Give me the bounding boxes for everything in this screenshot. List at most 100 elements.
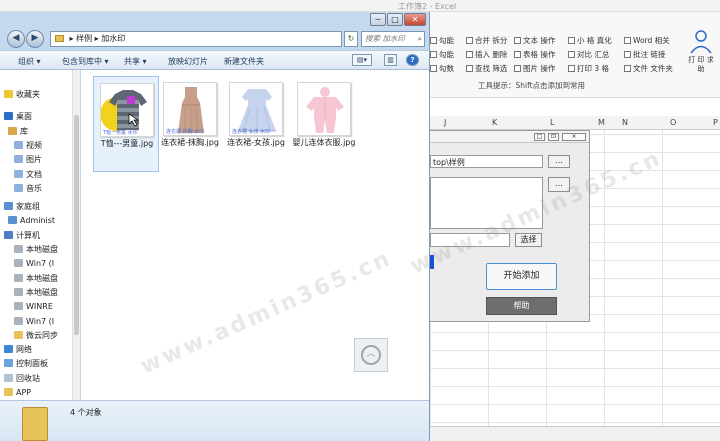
- column-header[interactable]: O: [670, 118, 676, 127]
- nav-item-label: 视频: [26, 140, 42, 150]
- start-add-button[interactable]: 开始添加: [486, 263, 557, 290]
- dialog-titlebar: □ ⊡ ×: [430, 131, 589, 143]
- share-menu[interactable]: 共享 ▾: [124, 56, 147, 67]
- column-header[interactable]: K: [492, 118, 497, 127]
- dialog-minimize-button[interactable]: □: [534, 133, 545, 141]
- ribbon-item[interactable]: Word 相关: [624, 35, 670, 46]
- forward-button[interactable]: ▶: [26, 30, 44, 48]
- excel-quick-access-toolbar: 工作簿2 - Excel: [0, 0, 720, 12]
- desktop-icon: [4, 112, 13, 121]
- nav-item[interactable]: Administ: [8, 215, 55, 227]
- new-folder-button[interactable]: 新建文件夹: [224, 56, 264, 67]
- ribbon-item[interactable]: 勾能: [430, 35, 454, 46]
- nav-item[interactable]: 图片: [14, 154, 42, 166]
- nav-item[interactable]: 视频: [14, 140, 42, 152]
- nav-item-label: 本地磁盘: [26, 245, 58, 254]
- column-header[interactable]: P: [713, 118, 718, 127]
- computer-icon: [4, 230, 13, 239]
- breadcrumb-item[interactable]: 样例: [76, 34, 92, 43]
- ribbon-item[interactable]: 插入 删除: [466, 49, 507, 60]
- text-icon: [514, 37, 521, 44]
- nav-item[interactable]: WINRE: [14, 301, 53, 313]
- help-button[interactable]: 帮助: [486, 297, 557, 315]
- ribbon-item[interactable]: 勾能: [430, 49, 454, 60]
- print-icon: [568, 65, 575, 72]
- preview-pane-icon[interactable]: ▥: [384, 54, 397, 66]
- search-input[interactable]: 搜索 加水印 ⌕: [361, 31, 425, 47]
- nav-item[interactable]: 桌面: [4, 111, 32, 123]
- dialog-maximize-button[interactable]: ⊡: [548, 133, 559, 141]
- nav-item[interactable]: Win7 (I: [14, 258, 54, 270]
- organize-menu[interactable]: 组织 ▾: [18, 56, 41, 67]
- minimize-button[interactable]: ─: [370, 13, 386, 26]
- nav-item[interactable]: Win7 (I: [14, 316, 54, 328]
- ribbon-item[interactable]: 批注 链接: [624, 49, 665, 60]
- path-input[interactable]: top\样例: [430, 155, 543, 168]
- close-button[interactable]: ✕: [404, 13, 426, 26]
- back-button[interactable]: ◀: [7, 30, 25, 48]
- ribbon-item[interactable]: 文件 文件夹: [624, 63, 673, 74]
- ribbon-item[interactable]: 图片 操作: [514, 63, 555, 74]
- column-header[interactable]: J: [444, 118, 446, 127]
- ribbon-item[interactable]: 打印 3 格: [568, 63, 609, 74]
- nav-item[interactable]: 收藏夹: [4, 89, 40, 101]
- ribbon-item[interactable]: 文本 操作: [514, 35, 555, 46]
- nav-item-label: Win7 (I: [26, 316, 55, 326]
- folder-icon: [4, 388, 13, 396]
- ribbon-item[interactable]: 查找 筛选: [466, 63, 507, 74]
- nav-item[interactable]: 计算机: [4, 230, 40, 242]
- nav-item[interactable]: APP: [4, 387, 31, 399]
- breadcrumb-item[interactable]: 加水印: [101, 34, 125, 43]
- file-tile[interactable]: T恤一男童 水印 T恤---男童.jpg: [93, 76, 159, 172]
- column-header[interactable]: N: [622, 118, 628, 127]
- search-icon: ⌕: [417, 34, 422, 43]
- ribbon-item[interactable]: 合并 拆分: [466, 35, 507, 46]
- file-thumbnail: 连衣裙 女孩 水印: [229, 82, 283, 136]
- nav-item[interactable]: 音乐: [14, 183, 42, 195]
- maximize-button[interactable]: □: [387, 13, 403, 26]
- scrollbar-thumb[interactable]: [74, 115, 79, 335]
- refresh-button[interactable]: ↻: [344, 31, 358, 47]
- nav-item-label: Administ: [20, 216, 56, 226]
- nav-item[interactable]: 回收站: [4, 373, 40, 385]
- navigation-scrollbar[interactable]: [72, 70, 80, 400]
- word-icon: [624, 37, 631, 44]
- nav-item[interactable]: 本地磁盘: [14, 287, 58, 299]
- ribbon-item[interactable]: 小 格 真化: [568, 35, 612, 46]
- person-icon: [690, 30, 712, 54]
- nav-item-label: Win7 (I: [26, 259, 55, 269]
- help-ribbon-button[interactable]: 打 印 求助: [686, 28, 716, 76]
- nav-item[interactable]: 家庭组: [4, 201, 40, 213]
- file-tile[interactable]: 连衣裙 抹胸 水印 连衣裙-抹胸.jpg: [157, 76, 223, 172]
- select-button[interactable]: 选择: [515, 233, 542, 247]
- file-tile[interactable]: 连衣裙 女孩 水印 连衣裙-女孩.jpg: [223, 76, 289, 172]
- column-header[interactable]: M: [598, 118, 605, 127]
- ribbon-item[interactable]: 勾数: [430, 63, 454, 74]
- dialog-close-button[interactable]: ×: [562, 133, 586, 141]
- file-thumbnail: [297, 82, 351, 136]
- nav-item-label: 控制面板: [16, 359, 48, 369]
- drive-icon: [14, 259, 23, 268]
- nav-item[interactable]: 文档: [14, 169, 42, 181]
- file-tile[interactable]: 婴儿连体衣服.jpg: [291, 76, 357, 172]
- column-header[interactable]: L: [550, 118, 554, 127]
- nav-item[interactable]: 网络: [4, 344, 32, 356]
- address-bar[interactable]: ▸ 样例 ▸ 加水印: [50, 31, 342, 47]
- help-icon[interactable]: ?: [406, 54, 419, 66]
- nav-item[interactable]: 微云同步: [14, 330, 58, 342]
- merge-icon: [466, 37, 473, 44]
- ribbon-item[interactable]: 表格 操作: [514, 49, 555, 60]
- include-in-library-menu[interactable]: 包含到库中 ▾: [62, 56, 109, 67]
- nav-item[interactable]: 控制面板: [4, 358, 48, 370]
- view-options-icon[interactable]: ▤▾: [352, 54, 372, 66]
- file-name: 连衣裙-抹胸.jpg: [161, 138, 219, 147]
- ribbon-item[interactable]: 对比 汇总: [568, 49, 609, 60]
- scroll-to-top-button[interactable]: ︿: [354, 338, 388, 372]
- nav-item-label: 本地磁盘: [26, 287, 58, 297]
- nav-item[interactable]: 本地磁盘: [14, 244, 58, 256]
- control-panel-icon: [4, 359, 13, 368]
- browse-path-button[interactable]: ...: [548, 155, 570, 168]
- slideshow-button[interactable]: 放映幻灯片: [168, 56, 208, 67]
- nav-item[interactable]: 库: [8, 126, 28, 138]
- nav-item[interactable]: 本地磁盘: [14, 273, 58, 285]
